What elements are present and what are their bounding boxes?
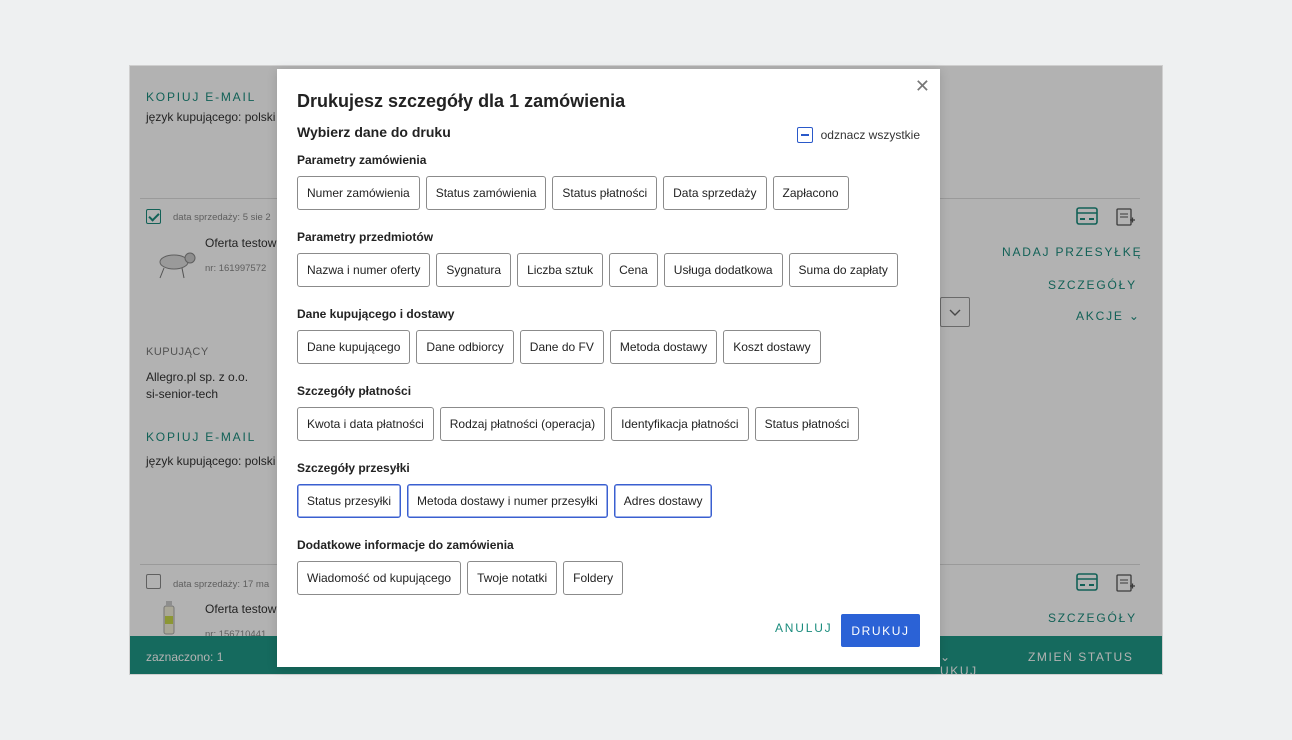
chip-signature[interactable]: Sygnatura [436, 253, 512, 287]
print-button[interactable]: DRUKUJ [841, 614, 920, 647]
print-details-dialog: ✕ Drukujesz szczegóły dla 1 zamówienia W… [277, 69, 940, 667]
chip-payment-status[interactable]: Status płatności [754, 407, 860, 441]
chip-delivery-method-tracking[interactable]: Metoda dostawy i numer przesyłki [407, 484, 608, 518]
deselect-all-toggle[interactable]: odznacz wszystkie [796, 127, 920, 143]
section-title: Parametry zamówienia [297, 153, 427, 167]
section-order-params: Parametry zamówienia Numer zamówienia St… [297, 153, 849, 210]
section-title: Szczegóły płatności [297, 384, 412, 398]
chip-delivery-address[interactable]: Adres dostawy [613, 484, 713, 518]
chip-paid[interactable]: Zapłacono [772, 176, 849, 210]
deselect-all-label: odznacz wszystkie [820, 128, 920, 142]
chip-payment-type[interactable]: Rodzaj płatności (operacja) [439, 407, 606, 441]
chip-order-status[interactable]: Status zamówienia [425, 176, 547, 210]
close-icon[interactable]: ✕ [915, 77, 930, 95]
section-title: Dane kupującego i dostawy [297, 307, 455, 321]
section-title: Dodatkowe informacje do zamówienia [297, 538, 514, 552]
chip-recipient-data[interactable]: Dane odbiorcy [416, 330, 514, 364]
indeterminate-checkbox-icon[interactable] [796, 127, 813, 143]
chip-offer-name-number[interactable]: Nazwa i numer oferty [297, 253, 431, 287]
section-payment-details: Szczegóły płatności Kwota i data płatnoś… [297, 384, 860, 441]
chip-folders[interactable]: Foldery [563, 561, 624, 595]
section-shipment-details: Szczegóły przesyłki Status przesyłki Met… [297, 461, 713, 518]
chip-shipment-status[interactable]: Status przesyłki [297, 484, 402, 518]
dialog-subtitle: Wybierz dane do druku [297, 124, 451, 140]
chip-payment-amount-date[interactable]: Kwota i data płatności [297, 407, 434, 441]
chip-invoice-data[interactable]: Dane do FV [519, 330, 604, 364]
chip-your-notes[interactable]: Twoje notatki [467, 561, 558, 595]
chip-payment-id[interactable]: Identyfikacja płatności [611, 407, 749, 441]
chip-total-due[interactable]: Suma do zapłaty [788, 253, 898, 287]
chip-delivery-cost[interactable]: Koszt dostawy [723, 330, 821, 364]
chip-payment-status[interactable]: Status płatności [552, 176, 658, 210]
section-additional-info: Dodatkowe informacje do zamówienia Wiado… [297, 538, 624, 595]
chip-order-number[interactable]: Numer zamówienia [297, 176, 420, 210]
section-title: Szczegóły przesyłki [297, 461, 410, 475]
chip-quantity[interactable]: Liczba sztuk [517, 253, 604, 287]
chip-sale-date[interactable]: Data sprzedaży [663, 176, 767, 210]
chip-buyer-data[interactable]: Dane kupującego [297, 330, 411, 364]
cancel-button[interactable]: ANULUJ [775, 621, 832, 635]
chip-price[interactable]: Cena [609, 253, 658, 287]
dialog-title: Drukujesz szczegóły dla 1 zamówienia [297, 91, 626, 111]
section-item-params: Parametry przedmiotów Nazwa i numer ofer… [297, 230, 898, 287]
chip-buyer-message[interactable]: Wiadomość od kupującego [297, 561, 462, 595]
chip-delivery-method[interactable]: Metoda dostawy [609, 330, 718, 364]
chip-additional-service[interactable]: Usługa dodatkowa [663, 253, 783, 287]
section-title: Parametry przedmiotów [297, 230, 434, 244]
section-buyer-delivery: Dane kupującego i dostawy Dane kupująceg… [297, 307, 821, 364]
